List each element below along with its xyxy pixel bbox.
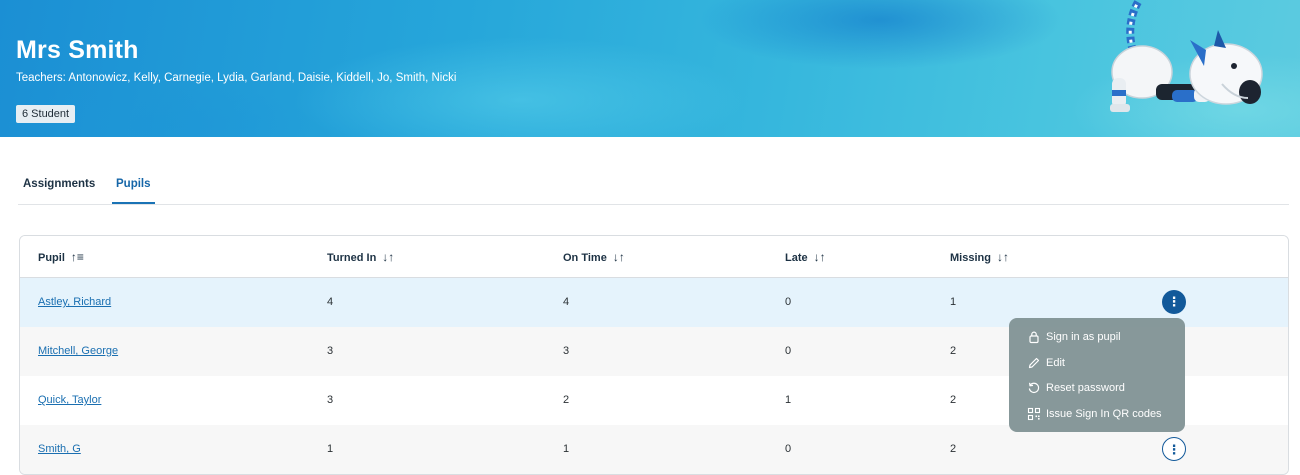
reset-icon xyxy=(1028,382,1040,394)
lock-icon xyxy=(1029,331,1039,344)
pupil-name-link[interactable]: Smith, G xyxy=(38,443,81,455)
row-actions-menu: Sign in as pupil Edit Reset password Iss… xyxy=(1009,318,1185,432)
table-header: Pupil ↑≡ Turned In ↓↑ On Time ↓↑ Late ↓↑ Mis… xyxy=(20,236,1288,278)
sort-ascending-icon: ↑≡ xyxy=(70,250,84,264)
tab-assignments[interactable]: Assignments xyxy=(23,178,95,204)
late-value: 0 xyxy=(785,296,792,308)
missing-value: 2 xyxy=(950,394,957,406)
menu-item-label: Sign in as pupil xyxy=(1046,331,1121,343)
on-time-value: 1 xyxy=(563,443,570,455)
menu-item-edit[interactable]: Edit xyxy=(1009,353,1185,379)
on-time-value: 4 xyxy=(563,296,570,308)
column-header-late[interactable]: Late ↓↑ xyxy=(785,250,826,264)
row-actions-button[interactable]: ⋮ xyxy=(1162,437,1186,461)
turned-in-value: 3 xyxy=(327,394,334,406)
class-header-banner: Mrs Smith Teachers: Antonowicz, Kelly, C… xyxy=(0,0,1300,137)
missing-value: 1 xyxy=(950,296,957,308)
menu-item-issue-qr-codes[interactable]: Issue Sign In QR codes xyxy=(1009,404,1185,430)
column-header-on-time[interactable]: On Time ↓↑ xyxy=(563,250,625,264)
teachers-list: Teachers: Antonowicz, Kelly, Carnegie, L… xyxy=(16,72,457,84)
turned-in-value: 4 xyxy=(327,296,334,308)
column-header-turned-in[interactable]: Turned In ↓↑ xyxy=(327,250,394,264)
missing-value: 2 xyxy=(950,443,957,455)
robot-dog-mascot-icon xyxy=(1110,0,1263,112)
column-label: Late xyxy=(785,252,808,264)
column-label: Pupil xyxy=(38,252,65,264)
menu-item-label: Edit xyxy=(1046,356,1065,369)
sort-icon: ↓↑ xyxy=(813,250,826,264)
column-label: Missing xyxy=(950,252,991,264)
pupil-name-link[interactable]: Mitchell, George xyxy=(38,345,118,357)
pencil-icon xyxy=(1028,357,1040,368)
qr-code-icon xyxy=(1027,407,1041,420)
late-value: 0 xyxy=(785,345,792,357)
sort-icon: ↓↑ xyxy=(612,250,625,264)
menu-item-reset-password[interactable]: Reset password xyxy=(1009,378,1185,404)
pupil-name-link[interactable]: Quick, Taylor xyxy=(38,394,101,406)
on-time-value: 3 xyxy=(563,345,570,357)
table-row: Smith, G 1 1 0 2 ⋮ xyxy=(20,425,1288,474)
late-value: 0 xyxy=(785,443,792,455)
missing-value: 2 xyxy=(950,345,957,357)
menu-item-label: Reset password xyxy=(1046,382,1125,394)
column-header-missing[interactable]: Missing ↓↑ xyxy=(950,250,1009,264)
sort-icon: ↓↑ xyxy=(382,250,395,264)
menu-item-sign-in-as-pupil[interactable]: Sign in as pupil xyxy=(1009,327,1185,353)
column-label: On Time xyxy=(563,252,607,264)
menu-item-label: Issue Sign In QR codes xyxy=(1046,407,1162,420)
turned-in-value: 3 xyxy=(327,345,334,357)
row-actions-button[interactable]: ⋮ xyxy=(1162,290,1186,314)
column-header-pupil[interactable]: Pupil ↑≡ xyxy=(38,250,84,264)
turned-in-value: 1 xyxy=(327,443,334,455)
sort-icon: ↓↑ xyxy=(996,250,1009,264)
class-tabs: Assignments Pupils xyxy=(18,168,1289,205)
tab-pupils[interactable]: Pupils xyxy=(112,178,155,204)
student-count-badge: 6 Student xyxy=(16,105,76,123)
on-time-value: 2 xyxy=(563,394,570,406)
pupil-name-link[interactable]: Astley, Richard xyxy=(38,296,111,308)
column-label: Turned In xyxy=(327,252,377,264)
late-value: 1 xyxy=(785,394,792,406)
class-title: Mrs Smith xyxy=(16,36,139,64)
